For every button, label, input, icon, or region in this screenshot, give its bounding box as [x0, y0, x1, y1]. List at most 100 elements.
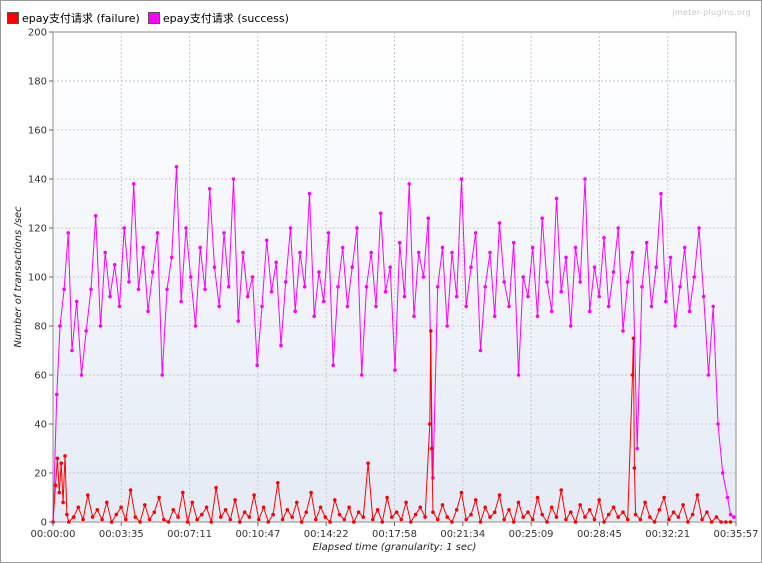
y-axis-title: Number of transactions /sec: [13, 206, 24, 348]
data-point: [464, 517, 469, 522]
data-point: [573, 245, 578, 250]
data-point: [188, 275, 193, 279]
data-point: [657, 508, 662, 512]
data-point: [578, 503, 582, 507]
x-tick-label: 00:25:09: [509, 529, 554, 540]
data-point: [90, 515, 95, 519]
y-tick-label: 0: [41, 518, 47, 529]
data-point: [336, 285, 340, 289]
data-point: [228, 517, 233, 522]
y-tick-label: 140: [28, 175, 47, 186]
data-point: [488, 515, 492, 519]
data-point: [359, 373, 364, 377]
data-point: [86, 493, 90, 497]
x-tick-label: 00:00:00: [31, 529, 76, 540]
data-point: [317, 270, 321, 274]
data-point: [724, 520, 728, 524]
data-point: [231, 177, 236, 181]
data-point: [662, 495, 666, 500]
x-tick-label: 00:17:58: [372, 529, 417, 540]
data-point: [431, 510, 435, 514]
data-point: [587, 309, 592, 314]
data-point: [122, 226, 126, 230]
data-point: [516, 500, 521, 505]
data-point: [635, 446, 639, 451]
data-point: [238, 520, 242, 524]
data-point: [478, 520, 483, 524]
data-point: [356, 510, 361, 514]
data-point: [380, 520, 385, 524]
data-point: [530, 517, 535, 522]
data-point: [233, 498, 237, 502]
data-point: [701, 294, 706, 299]
data-point: [260, 304, 264, 309]
data-point: [526, 294, 530, 299]
data-point: [117, 304, 122, 309]
data-point: [290, 515, 294, 519]
data-point: [128, 488, 133, 492]
data-point: [245, 294, 250, 299]
data-point: [81, 517, 85, 522]
data-point: [404, 500, 408, 505]
data-point: [55, 392, 59, 397]
data-point: [621, 510, 625, 514]
data-point: [597, 498, 601, 502]
data-point: [602, 236, 606, 240]
data-point: [469, 265, 473, 270]
data-point: [507, 304, 511, 309]
data-point: [592, 517, 597, 522]
data-point: [671, 510, 676, 514]
data-point: [152, 510, 157, 514]
data-point: [166, 520, 171, 524]
data-point: [331, 363, 336, 368]
data-point: [364, 285, 369, 289]
data-point: [394, 510, 399, 514]
data-point: [112, 263, 117, 267]
data-point: [709, 520, 714, 524]
data-point: [409, 520, 413, 524]
data-point: [350, 265, 355, 270]
data-point: [413, 512, 418, 517]
data-point: [181, 490, 185, 495]
y-tick-label: 80: [34, 322, 47, 333]
data-point: [247, 515, 252, 519]
data-point: [640, 285, 644, 289]
data-point: [540, 512, 544, 517]
data-point: [304, 510, 309, 514]
data-point: [459, 490, 464, 495]
data-point: [663, 299, 668, 304]
data-point: [393, 368, 397, 372]
data-point: [374, 304, 378, 309]
y-tick-label: 100: [28, 273, 47, 284]
data-point: [264, 238, 269, 243]
data-point: [314, 517, 318, 522]
data-point: [200, 512, 204, 517]
data-point: [530, 245, 535, 250]
data-point: [171, 508, 176, 512]
data-point: [219, 515, 223, 519]
data-point: [383, 289, 388, 294]
data-point: [521, 515, 525, 519]
data-point: [454, 508, 459, 512]
data-point: [583, 515, 587, 519]
chart-panel: epay支付请求 (failure) epay支付请求 (success) jm…: [0, 0, 762, 563]
data-point: [554, 515, 559, 519]
data-point: [429, 446, 434, 451]
data-point: [502, 517, 507, 522]
data-point: [440, 503, 445, 507]
data-point: [127, 280, 131, 284]
data-point: [630, 373, 635, 377]
data-point: [692, 275, 696, 279]
x-tick-label: 00:28:45: [577, 529, 622, 540]
data-point: [266, 520, 271, 524]
x-tick-label: 00:14:22: [304, 529, 349, 540]
data-point: [431, 476, 435, 480]
data-point: [545, 520, 549, 524]
data-point: [143, 503, 147, 507]
data-point: [195, 517, 199, 522]
data-point: [676, 515, 681, 519]
data-point: [488, 250, 492, 255]
data-point: [732, 515, 736, 519]
data-point: [435, 285, 440, 289]
data-point: [74, 299, 79, 304]
